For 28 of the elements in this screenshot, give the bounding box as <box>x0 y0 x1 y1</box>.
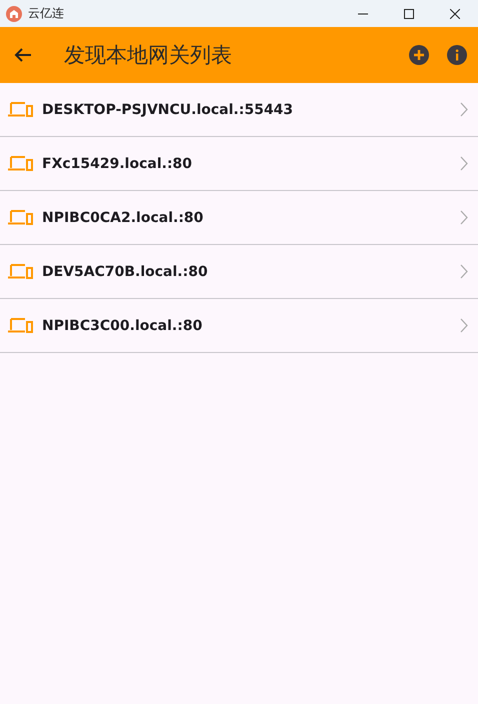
gateway-name: DEV5AC70B.local.:80 <box>42 264 209 280</box>
gateway-row[interactable]: FXc15429.local.:80 <box>0 137 478 191</box>
devices-icon <box>8 318 33 333</box>
chevron-right-icon <box>460 318 468 333</box>
maximize-icon[interactable] <box>404 8 414 18</box>
chevron-right-icon <box>460 264 468 279</box>
gateway-row[interactable]: DEV5AC70B.local.:80 <box>0 245 478 299</box>
add-icon[interactable] <box>408 44 430 66</box>
close-icon[interactable] <box>450 8 460 18</box>
gateway-row[interactable]: NPIBC0CA2.local.:80 <box>0 191 478 245</box>
window-title: 云亿连 <box>28 5 65 22</box>
gateway-name: DESKTOP-PSJVNCU.local.:55443 <box>42 102 294 118</box>
devices-icon <box>8 264 33 279</box>
gateway-name: FXc15429.local.:80 <box>42 156 194 172</box>
info-icon[interactable] <box>446 44 468 66</box>
chevron-right-icon <box>460 156 468 171</box>
app-logo-icon <box>6 6 22 22</box>
gateway-row[interactable]: NPIBC3C00.local.:80 <box>0 299 478 353</box>
gateway-name: NPIBC0CA2.local.:80 <box>42 210 204 226</box>
devices-icon <box>8 210 33 225</box>
chevron-right-icon <box>460 210 468 225</box>
chevron-right-icon <box>460 102 468 117</box>
gateway-row[interactable]: DESKTOP-PSJVNCU.local.:55443 <box>0 83 478 137</box>
gateway-name: NPIBC3C00.local.:80 <box>42 318 204 334</box>
page-title: 发现本地网关列表 <box>64 42 233 69</box>
devices-icon <box>8 102 33 117</box>
back-arrow-icon[interactable] <box>14 47 32 63</box>
devices-icon <box>8 156 33 171</box>
